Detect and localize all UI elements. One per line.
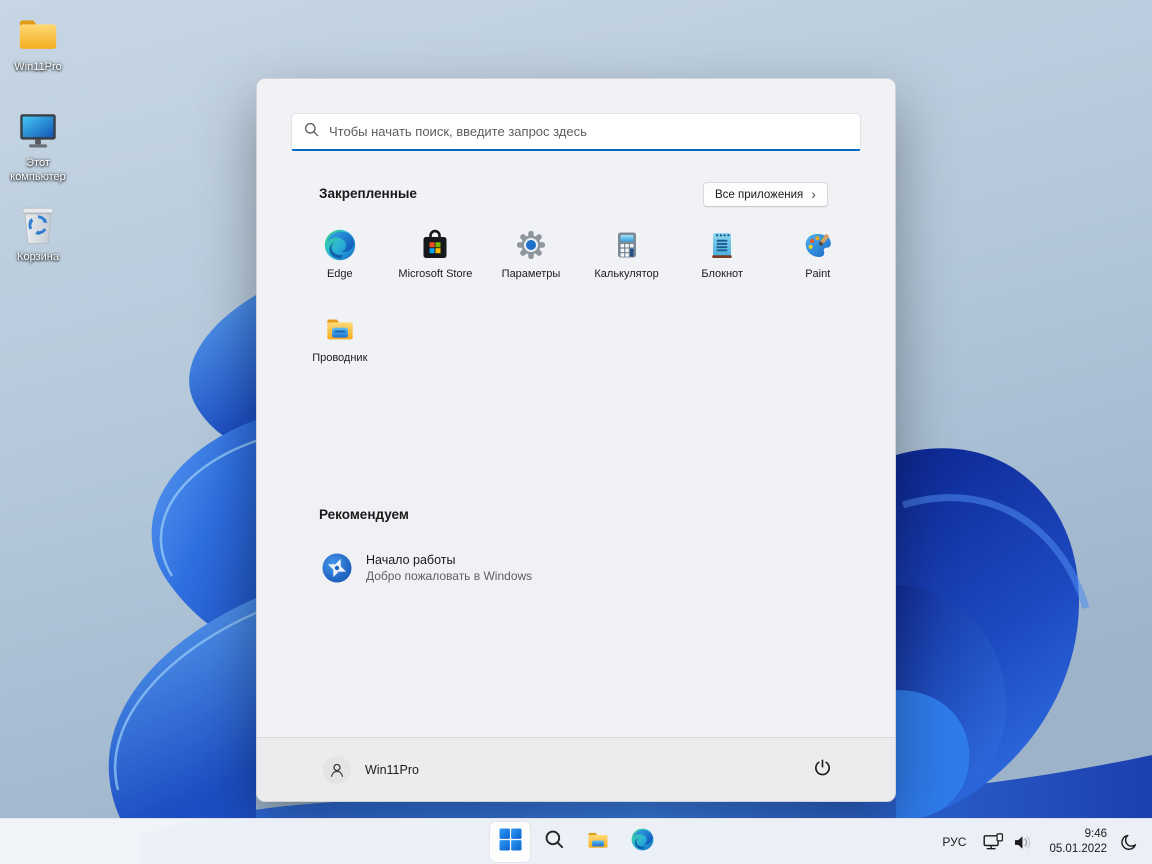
recommended-item-title: Начало работы [366,553,456,567]
pinned-app-file-explorer[interactable]: Проводник [292,313,388,397]
pinned-app-label: Edge [326,268,353,280]
network-icon[interactable] [983,833,1004,851]
recommended-item-subtitle: Добро пожаловать в Windows [366,569,533,583]
pinned-app-label: Microsoft Store [398,268,473,280]
pinned-app-label: Paint [805,268,831,280]
user-name-label: Win11Pro [365,763,419,777]
desktop-icon-this-pc[interactable]: Этот компьютер [1,106,75,185]
pinned-app-edge[interactable]: Edge [292,229,388,313]
file-explorer-folder-icon [324,313,356,345]
windows-start-icon [499,828,522,856]
start-button[interactable] [490,822,530,862]
pinned-app-label: Параметры [501,268,561,280]
all-apps-button-label: Все приложения [715,188,804,201]
taskbar: РУС 9:46 05.01.2022 [0,818,1152,864]
start-search-box[interactable] [291,113,861,151]
file-explorer-folder-icon [586,828,610,857]
taskbar-edge-button[interactable] [622,822,662,862]
search-input[interactable] [329,124,848,139]
taskbar-search-button[interactable] [534,822,574,862]
taskbar-system-tray: РУС 9:46 05.01.2022 [942,819,1142,864]
desktop-icon-win11pro[interactable]: Win11Pro [1,10,75,74]
calculator-icon [611,229,643,261]
notepad-icon [706,229,738,261]
pinned-app-microsoft-store[interactable]: Microsoft Store [388,229,484,313]
desktop-icon-label: Корзина [17,251,59,263]
desktop-icon-label: Этот компьютер [10,157,66,184]
pinned-app-settings[interactable]: Параметры [483,229,579,313]
start-menu-footer: Win11Pro [257,737,895,801]
pinned-app-notepad[interactable]: Блокнот [674,229,770,313]
taskbar-clock[interactable]: 9:46 05.01.2022 [1049,827,1107,857]
microsoft-store-icon [419,229,451,261]
settings-gear-icon [515,229,547,261]
pinned-app-paint[interactable]: Paint [770,229,866,313]
recycle-bin-icon [15,200,62,247]
language-indicator[interactable]: РУС [942,835,966,849]
start-menu: Закрепленные Все приложения › Edge [256,78,896,802]
pinned-app-label: Проводник [312,352,368,364]
taskbar-file-explorer-button[interactable] [578,822,618,862]
pinned-section-title: Закрепленные [319,186,417,201]
power-button[interactable] [807,755,837,785]
user-profile-button[interactable]: Win11Pro [323,756,419,784]
recommended-item-get-started[interactable]: Начало работы Добро пожаловать в Windows [307,544,607,592]
desktop-icon-label: Win11Pro [14,61,62,73]
pinned-app-calculator[interactable]: Калькулятор [579,229,675,313]
recommended-section-title: Рекомендуем [319,507,409,522]
user-avatar-icon [323,756,351,784]
this-pc-icon [15,106,62,153]
volume-icon[interactable] [1013,834,1033,851]
clock-time: 9:46 [1084,828,1107,840]
pinned-app-label: Калькулятор [594,268,659,280]
get-started-icon [321,552,353,584]
edge-icon [631,828,654,856]
power-icon [813,758,832,782]
folder-icon [15,10,62,57]
taskbar-center-icons [490,822,662,862]
chevron-right-icon: › [811,185,816,202]
desktop-icon-recycle-bin[interactable]: Корзина [1,200,75,264]
edge-icon [324,229,356,261]
clock-date: 05.01.2022 [1049,843,1107,855]
search-icon [544,829,565,855]
search-icon [304,122,319,142]
paint-palette-icon [802,229,834,261]
focus-assist-moon-icon[interactable] [1116,829,1142,855]
pinned-apps-grid: Edge Microsoft Store Параметры Калькулят… [292,229,866,397]
pinned-app-label: Блокнот [701,268,743,280]
all-apps-button[interactable]: Все приложения › [703,182,828,207]
